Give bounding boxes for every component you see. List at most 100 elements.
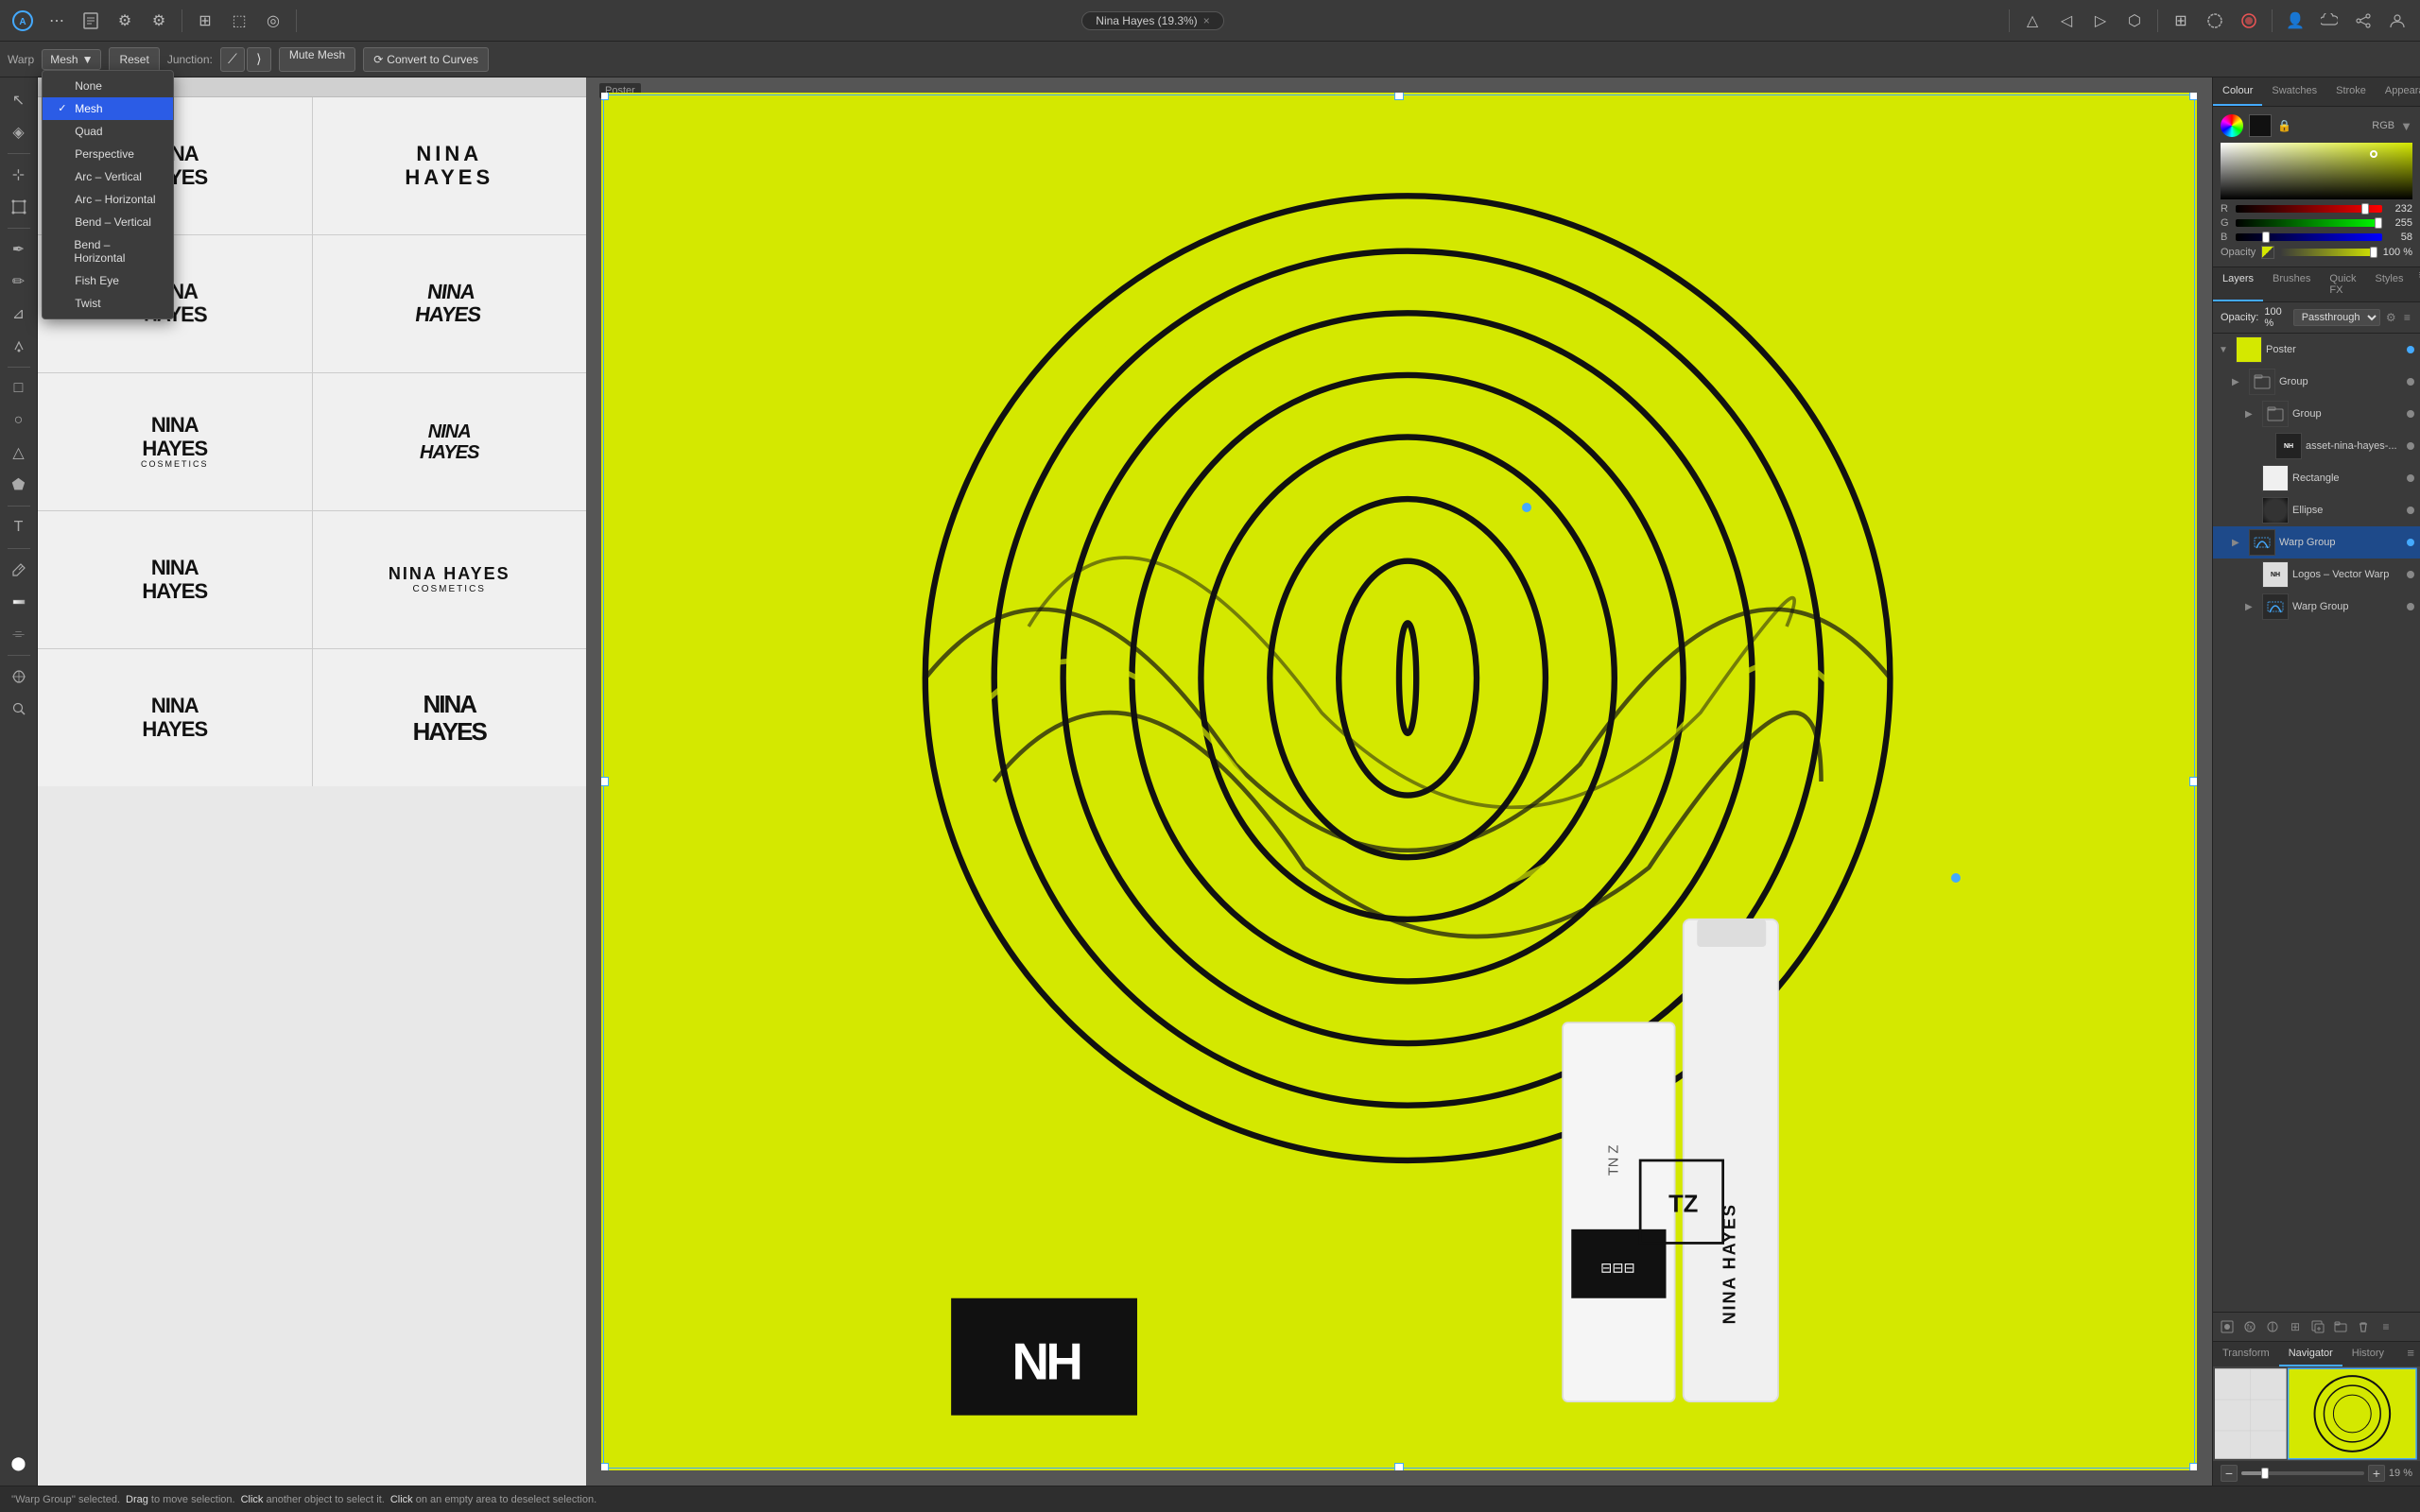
warp-option-fish-eye[interactable]: Fish Eye	[43, 269, 173, 292]
right-arrow-icon[interactable]: ▷	[2085, 6, 2116, 36]
opacity-slider[interactable]	[2280, 249, 2377, 256]
layers-menu-icon[interactable]: ≡	[2412, 267, 2420, 301]
layer-group-icon[interactable]	[2330, 1316, 2351, 1337]
tab-quick-fx[interactable]: Quick FX	[2320, 267, 2365, 301]
user-icon[interactable]: 👤	[2280, 6, 2310, 36]
crop-tool[interactable]: ⊹	[4, 160, 34, 190]
circle-tool[interactable]: ○	[4, 405, 34, 436]
sample-5[interactable]: NINAHAYESCOSMETICS	[38, 373, 312, 510]
channel-r-slider[interactable]	[2236, 205, 2382, 213]
layer-poster[interactable]: ▼ Poster	[2213, 334, 2420, 366]
canvas-area[interactable]: Warp NINAHAYES NINAHAYES NINAHAYES NINAH…	[38, 77, 2212, 1486]
mute-mesh-button[interactable]: Mute Mesh	[279, 47, 355, 72]
export-icon[interactable]: ⬡	[2119, 6, 2150, 36]
close-tab-icon[interactable]: ×	[1203, 14, 1210, 27]
expand-warp-group2[interactable]: ▶	[2245, 602, 2258, 612]
gradient-tool[interactable]	[4, 587, 34, 617]
color-swatch-black[interactable]	[2249, 114, 2272, 137]
layer-fx-icon[interactable]: fx	[2239, 1316, 2260, 1337]
layer-visibility-warp-group2[interactable]	[2407, 603, 2414, 610]
layer-mask-icon[interactable]	[2217, 1316, 2238, 1337]
layer-options-icon[interactable]: ≡	[2402, 308, 2412, 327]
warp-option-perspective[interactable]: Perspective	[43, 143, 173, 165]
sample-7[interactable]: NINAHAYES	[38, 511, 312, 648]
layer-rectangle[interactable]: ▶ Rectangle	[2213, 462, 2420, 494]
sample-4[interactable]: NINAHAYES	[313, 235, 587, 372]
tab-layers[interactable]: Layers	[2213, 267, 2263, 301]
warp-option-quad[interactable]: Quad	[43, 120, 173, 143]
layer-visibility-group2[interactable]	[2407, 410, 2414, 418]
tab-transform[interactable]: Transform	[2213, 1342, 2279, 1366]
warp-option-bend-vertical[interactable]: Bend – Vertical	[43, 211, 173, 233]
reset-button[interactable]: Reset	[109, 47, 159, 72]
sample-10[interactable]: NINAHAYES	[313, 649, 587, 786]
poster-canvas[interactable]: Poster	[586, 77, 2212, 1486]
opacity-handle[interactable]	[2370, 247, 2377, 258]
tab-stroke[interactable]: Stroke	[2326, 77, 2376, 106]
triangle-icon[interactable]: △	[2017, 6, 2048, 36]
tab-navigator[interactable]: Navigator	[2279, 1342, 2342, 1366]
mask-icon[interactable]	[2234, 6, 2264, 36]
convert-to-curves-button[interactable]: ⟳ Convert to Curves	[363, 47, 489, 72]
tab-styles[interactable]: Styles	[2366, 267, 2413, 301]
select-tool[interactable]: ↖	[4, 85, 34, 115]
expand-group1[interactable]: ▶	[2232, 377, 2245, 387]
channel-g-handle[interactable]	[2375, 217, 2382, 229]
warp-option-mesh[interactable]: ✓ Mesh	[43, 97, 173, 120]
zoom-tool[interactable]	[4, 694, 34, 724]
layer-visibility-rectangle[interactable]	[2407, 474, 2414, 482]
layer-group1[interactable]: ▶ Group	[2213, 366, 2420, 398]
layer-group2[interactable]: ▶ Group	[2213, 398, 2420, 430]
channel-r-handle[interactable]	[2361, 203, 2369, 215]
layer-logos-vector[interactable]: ▶ NH Logos – Vector Warp	[2213, 558, 2420, 591]
transform-tool[interactable]	[4, 192, 34, 222]
layer-visibility-ellipse[interactable]	[2407, 507, 2414, 514]
layer-warp-group[interactable]: ▶ Warp Group	[2213, 526, 2420, 558]
navigator-zoom-handle[interactable]	[2261, 1468, 2269, 1479]
document-title[interactable]: Nina Hayes (19.3%) ×	[1081, 11, 1223, 30]
snap-icon[interactable]: ⬚	[224, 6, 254, 36]
navigator-zoom-in[interactable]: +	[2368, 1465, 2385, 1482]
junction-sharp-button[interactable]: ⟩	[247, 47, 271, 72]
text-tool[interactable]: T	[4, 512, 34, 542]
grid-icon[interactable]: ⊞	[190, 6, 220, 36]
brush-tool[interactable]: ✏	[4, 266, 34, 297]
sample-9[interactable]: NINAHAYES	[38, 649, 312, 786]
color-picker-tool[interactable]: ⬤	[4, 1448, 34, 1478]
layer-visibility-group1[interactable]	[2407, 378, 2414, 386]
sample-8[interactable]: NINA HAYESCOSMETICS	[313, 511, 587, 648]
blend-mode-select[interactable]: Passthrough Normal Multiply	[2293, 309, 2380, 326]
document-icon[interactable]	[76, 6, 106, 36]
account-icon[interactable]	[2382, 6, 2412, 36]
color-wheel[interactable]	[2221, 114, 2243, 137]
shape-tool[interactable]: ⬟	[4, 470, 34, 500]
sample-6[interactable]: NINAHAYES	[313, 373, 587, 510]
layer-visibility-warp-group[interactable]	[2407, 539, 2414, 546]
blend-tool[interactable]: ⌯	[4, 619, 34, 649]
tab-appearance[interactable]: Appearance	[2376, 77, 2420, 106]
channel-b-handle[interactable]	[2262, 232, 2270, 243]
tab-swatches[interactable]: Swatches	[2262, 77, 2326, 106]
junction-smooth-button[interactable]: ⟋	[220, 47, 245, 72]
pen-tool[interactable]: ✒	[4, 234, 34, 265]
layer-visibility-logos-vector[interactable]	[2407, 571, 2414, 578]
sample-2[interactable]: NINAHAYES	[313, 97, 587, 234]
tab-brushes[interactable]: Brushes	[2263, 267, 2320, 301]
app-logo[interactable]: A	[8, 6, 38, 36]
tab-history[interactable]: History	[2342, 1342, 2394, 1366]
rectangle-tool[interactable]: □	[4, 373, 34, 404]
layer-settings-icon[interactable]: ⚙	[2386, 308, 2396, 327]
layer-ellipse[interactable]: ▶ Ellipse	[2213, 494, 2420, 526]
cloud-icon[interactable]	[2314, 6, 2344, 36]
channel-b-slider[interactable]	[2236, 233, 2382, 241]
warp-option-none[interactable]: None	[43, 75, 173, 97]
layer-delete-icon[interactable]	[2353, 1316, 2374, 1337]
rgb-dropdown-icon[interactable]: ▼	[2400, 119, 2412, 133]
expand-group2[interactable]: ▶	[2245, 409, 2258, 420]
color-gradient-cursor[interactable]	[2370, 150, 2377, 158]
tab-colour[interactable]: Colour	[2213, 77, 2262, 106]
expand-poster[interactable]: ▼	[2219, 345, 2232, 355]
warp-mesh-tool[interactable]	[4, 662, 34, 692]
warp-option-arc-horizontal[interactable]: Arc – Horizontal	[43, 188, 173, 211]
color-gradient-picker[interactable]	[2221, 143, 2412, 199]
